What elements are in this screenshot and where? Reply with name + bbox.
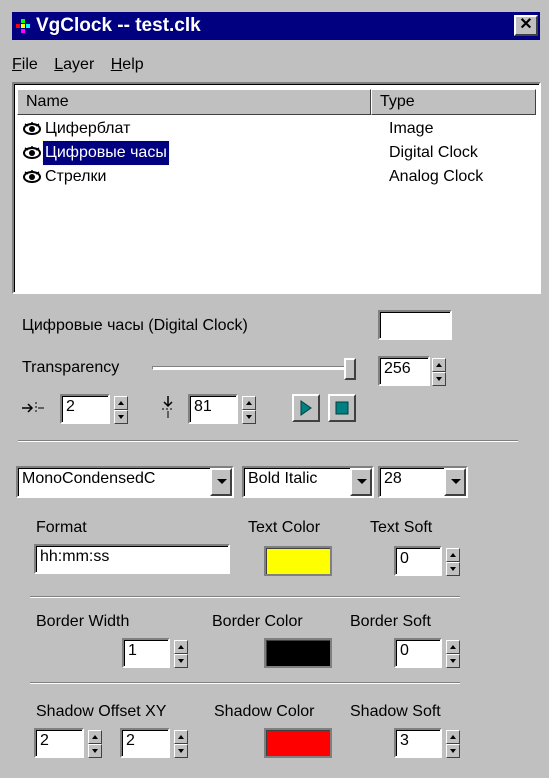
close-button[interactable]: ✕ xyxy=(514,15,538,36)
font-style-select[interactable]: Bold Italic xyxy=(242,466,374,498)
column-header-name[interactable]: Name xyxy=(17,89,371,115)
layer-row[interactable]: Стрелки Analog Clock xyxy=(19,165,537,189)
border-width-spinner[interactable] xyxy=(174,640,188,668)
divider xyxy=(30,596,460,598)
slider-track xyxy=(152,366,356,370)
stop-icon xyxy=(335,401,349,415)
shadow-offset-y-spinner[interactable] xyxy=(174,730,188,758)
border-width-label: Border Width xyxy=(36,613,130,630)
layer-row[interactable]: Циферблат Image xyxy=(19,117,537,141)
layer-name: Циферблат xyxy=(45,120,131,137)
offset-y-icon xyxy=(162,396,174,418)
title-bar: VgClock -- test.clk ✕ xyxy=(0,0,549,46)
font-size-select[interactable]: 28 xyxy=(378,466,468,498)
window-title: VgClock -- test.clk xyxy=(36,15,201,36)
eye-icon[interactable] xyxy=(23,122,41,136)
menu-file[interactable]: File xyxy=(12,52,38,78)
transparency-input[interactable]: 256 xyxy=(378,356,430,386)
eye-icon[interactable] xyxy=(23,146,41,160)
text-soft-label: Text Soft xyxy=(370,519,433,536)
font-style-value: Bold Italic xyxy=(248,470,318,487)
border-soft-input[interactable]: 0 xyxy=(394,638,442,668)
text-soft-spinner[interactable] xyxy=(446,548,460,576)
stop-button[interactable] xyxy=(328,394,356,422)
layer-name-field[interactable] xyxy=(378,310,452,340)
eye-icon[interactable] xyxy=(23,170,41,184)
column-header-type[interactable]: Type xyxy=(371,89,536,115)
layer-list[interactable]: Name Type Циферблат Image Цифровые часы … xyxy=(12,82,541,294)
chevron-down-icon[interactable] xyxy=(350,468,372,496)
layer-row-selected[interactable]: Цифровые часы Digital Clock xyxy=(19,140,537,166)
border-soft-spinner[interactable] xyxy=(446,640,460,668)
offset-y-input[interactable]: 81 xyxy=(188,394,238,424)
menu-layer[interactable]: Layer xyxy=(54,52,94,78)
layer-title: Цифровые часы (Digital Clock) xyxy=(22,317,248,334)
menu-help[interactable]: Help xyxy=(111,52,144,78)
offset-x-input[interactable]: 2 xyxy=(60,394,110,424)
border-color-label: Border Color xyxy=(212,613,303,630)
font-size-value: 28 xyxy=(384,470,402,487)
layer-type: Analog Clock xyxy=(389,168,484,185)
border-color-swatch[interactable] xyxy=(264,638,332,668)
shadow-offset-label: Shadow Offset XY xyxy=(36,703,167,720)
chevron-down-icon[interactable] xyxy=(210,468,232,496)
layer-name: Цифровые часы xyxy=(42,140,170,166)
app-icon xyxy=(16,19,32,33)
play-icon xyxy=(300,400,312,416)
font-family-select[interactable]: MonoCondensedC xyxy=(16,466,234,498)
shadow-offset-y-input[interactable]: 2 xyxy=(120,728,170,758)
layer-name: Стрелки xyxy=(45,168,107,185)
slider-thumb[interactable] xyxy=(344,358,356,380)
offset-y-spinner[interactable] xyxy=(242,396,256,424)
border-width-input[interactable]: 1 xyxy=(122,638,170,668)
title-bar-active[interactable]: VgClock -- test.clk ✕ xyxy=(12,12,540,40)
shadow-soft-spinner[interactable] xyxy=(446,730,460,758)
menu-bar: File Layer Help xyxy=(12,52,156,78)
shadow-offset-x-spinner[interactable] xyxy=(88,730,102,758)
offset-x-spinner[interactable] xyxy=(114,396,128,424)
close-icon: ✕ xyxy=(519,16,533,33)
shadow-soft-label: Shadow Soft xyxy=(350,703,441,720)
divider xyxy=(18,440,518,442)
shadow-soft-input[interactable]: 3 xyxy=(394,728,442,758)
transparency-slider[interactable] xyxy=(152,358,362,380)
offset-x-icon xyxy=(22,402,44,414)
shadow-color-swatch[interactable] xyxy=(264,728,332,758)
text-soft-input[interactable]: 0 xyxy=(394,546,442,576)
layer-type: Digital Clock xyxy=(389,144,478,161)
divider xyxy=(30,682,460,684)
transparency-spinner[interactable] xyxy=(432,358,446,386)
format-label: Format xyxy=(36,519,87,536)
transparency-label: Transparency xyxy=(22,359,120,376)
format-input[interactable]: hh:mm:ss xyxy=(34,544,230,574)
play-button[interactable] xyxy=(292,394,320,422)
layer-type: Image xyxy=(389,120,434,137)
text-color-label: Text Color xyxy=(248,519,321,536)
border-soft-label: Border Soft xyxy=(350,613,431,630)
chevron-down-icon[interactable] xyxy=(444,468,466,496)
text-color-swatch[interactable] xyxy=(264,546,332,576)
shadow-color-label: Shadow Color xyxy=(214,703,315,720)
font-family-value: MonoCondensedC xyxy=(22,470,156,487)
shadow-offset-x-input[interactable]: 2 xyxy=(34,728,84,758)
